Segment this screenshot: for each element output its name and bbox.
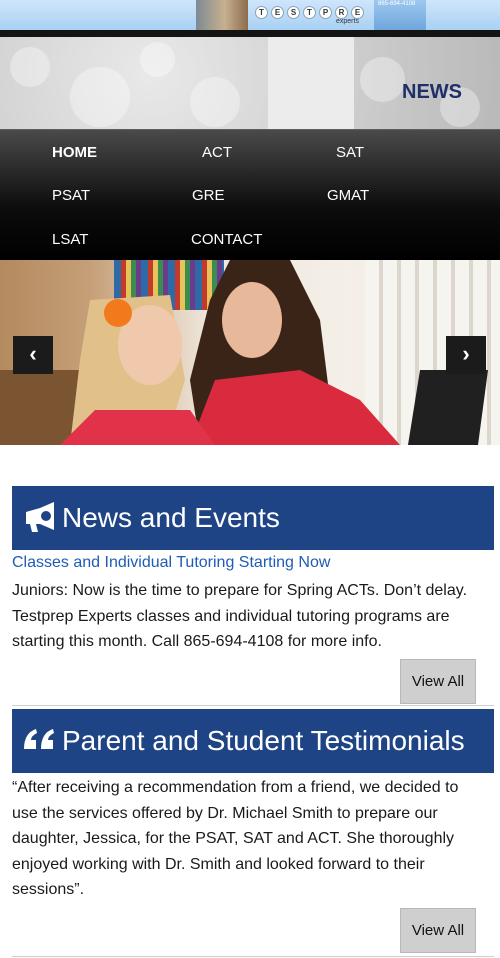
- bokeh-decoration: [140, 42, 175, 77]
- news-article-link[interactable]: Classes and Individual Tutoring Starting…: [12, 554, 330, 572]
- banner-strip: [268, 37, 354, 129]
- news-section-header: News and Events: [12, 486, 494, 550]
- header-divider: [0, 30, 500, 37]
- logo-tagline: experts: [336, 18, 359, 25]
- megaphone-icon: [26, 502, 54, 532]
- news-view-all-button[interactable]: View All: [400, 659, 476, 704]
- quote-icon: [24, 729, 54, 749]
- bokeh-decoration: [70, 67, 130, 127]
- hero-slider: ‹ ›: [0, 260, 500, 445]
- testimonial-body: “After receiving a recommendation from a…: [12, 779, 459, 898]
- news-label[interactable]: NEWS: [402, 81, 462, 104]
- bokeh-decoration: [190, 77, 240, 127]
- hero-people-illustration: [60, 260, 488, 445]
- slider-prev-button[interactable]: ‹: [13, 336, 53, 374]
- nav-item-gre[interactable]: GRE: [192, 187, 225, 204]
- nav-item-act[interactable]: ACT: [202, 144, 232, 161]
- top-logo-bar: T E S T P R E P experts 865-694-4108: [0, 0, 500, 30]
- slider-next-button[interactable]: ›: [446, 336, 486, 374]
- logo-letter: E: [271, 6, 284, 19]
- section-divider: [12, 956, 494, 957]
- logo-letter: P: [319, 6, 332, 19]
- nav-item-contact[interactable]: CONTACT: [191, 231, 262, 248]
- bokeh-decoration: [360, 57, 405, 102]
- nav-item-home[interactable]: HOME: [52, 144, 97, 161]
- logo-photo: [196, 0, 248, 30]
- news-section-title: News and Events: [62, 502, 280, 533]
- main-nav: HOME ACT SAT PSAT GRE GMAT LSAT CONTACT: [0, 129, 500, 260]
- section-divider: [12, 705, 494, 706]
- logo-letter: S: [287, 6, 300, 19]
- logo-letter: T: [255, 6, 268, 19]
- nav-item-psat[interactable]: PSAT: [52, 187, 90, 204]
- nav-item-gmat[interactable]: GMAT: [327, 187, 369, 204]
- bokeh-decoration: [10, 47, 50, 87]
- testimonials-section-title: Parent and Student Testimonials: [62, 725, 465, 756]
- logo-phone-box: 865-694-4108: [374, 0, 426, 30]
- testimonials-section-header: Parent and Student Testimonials: [12, 709, 494, 773]
- news-article-body: Juniors: Now is the time to prepare for …: [12, 582, 468, 650]
- logo-phone: 865-694-4108: [378, 1, 416, 7]
- logo-letter: T: [303, 6, 316, 19]
- nav-item-lsat[interactable]: LSAT: [52, 231, 88, 248]
- testimonials-view-all-button[interactable]: View All: [400, 908, 476, 953]
- page-banner: NEWS: [0, 37, 500, 129]
- nav-item-sat[interactable]: SAT: [336, 144, 364, 161]
